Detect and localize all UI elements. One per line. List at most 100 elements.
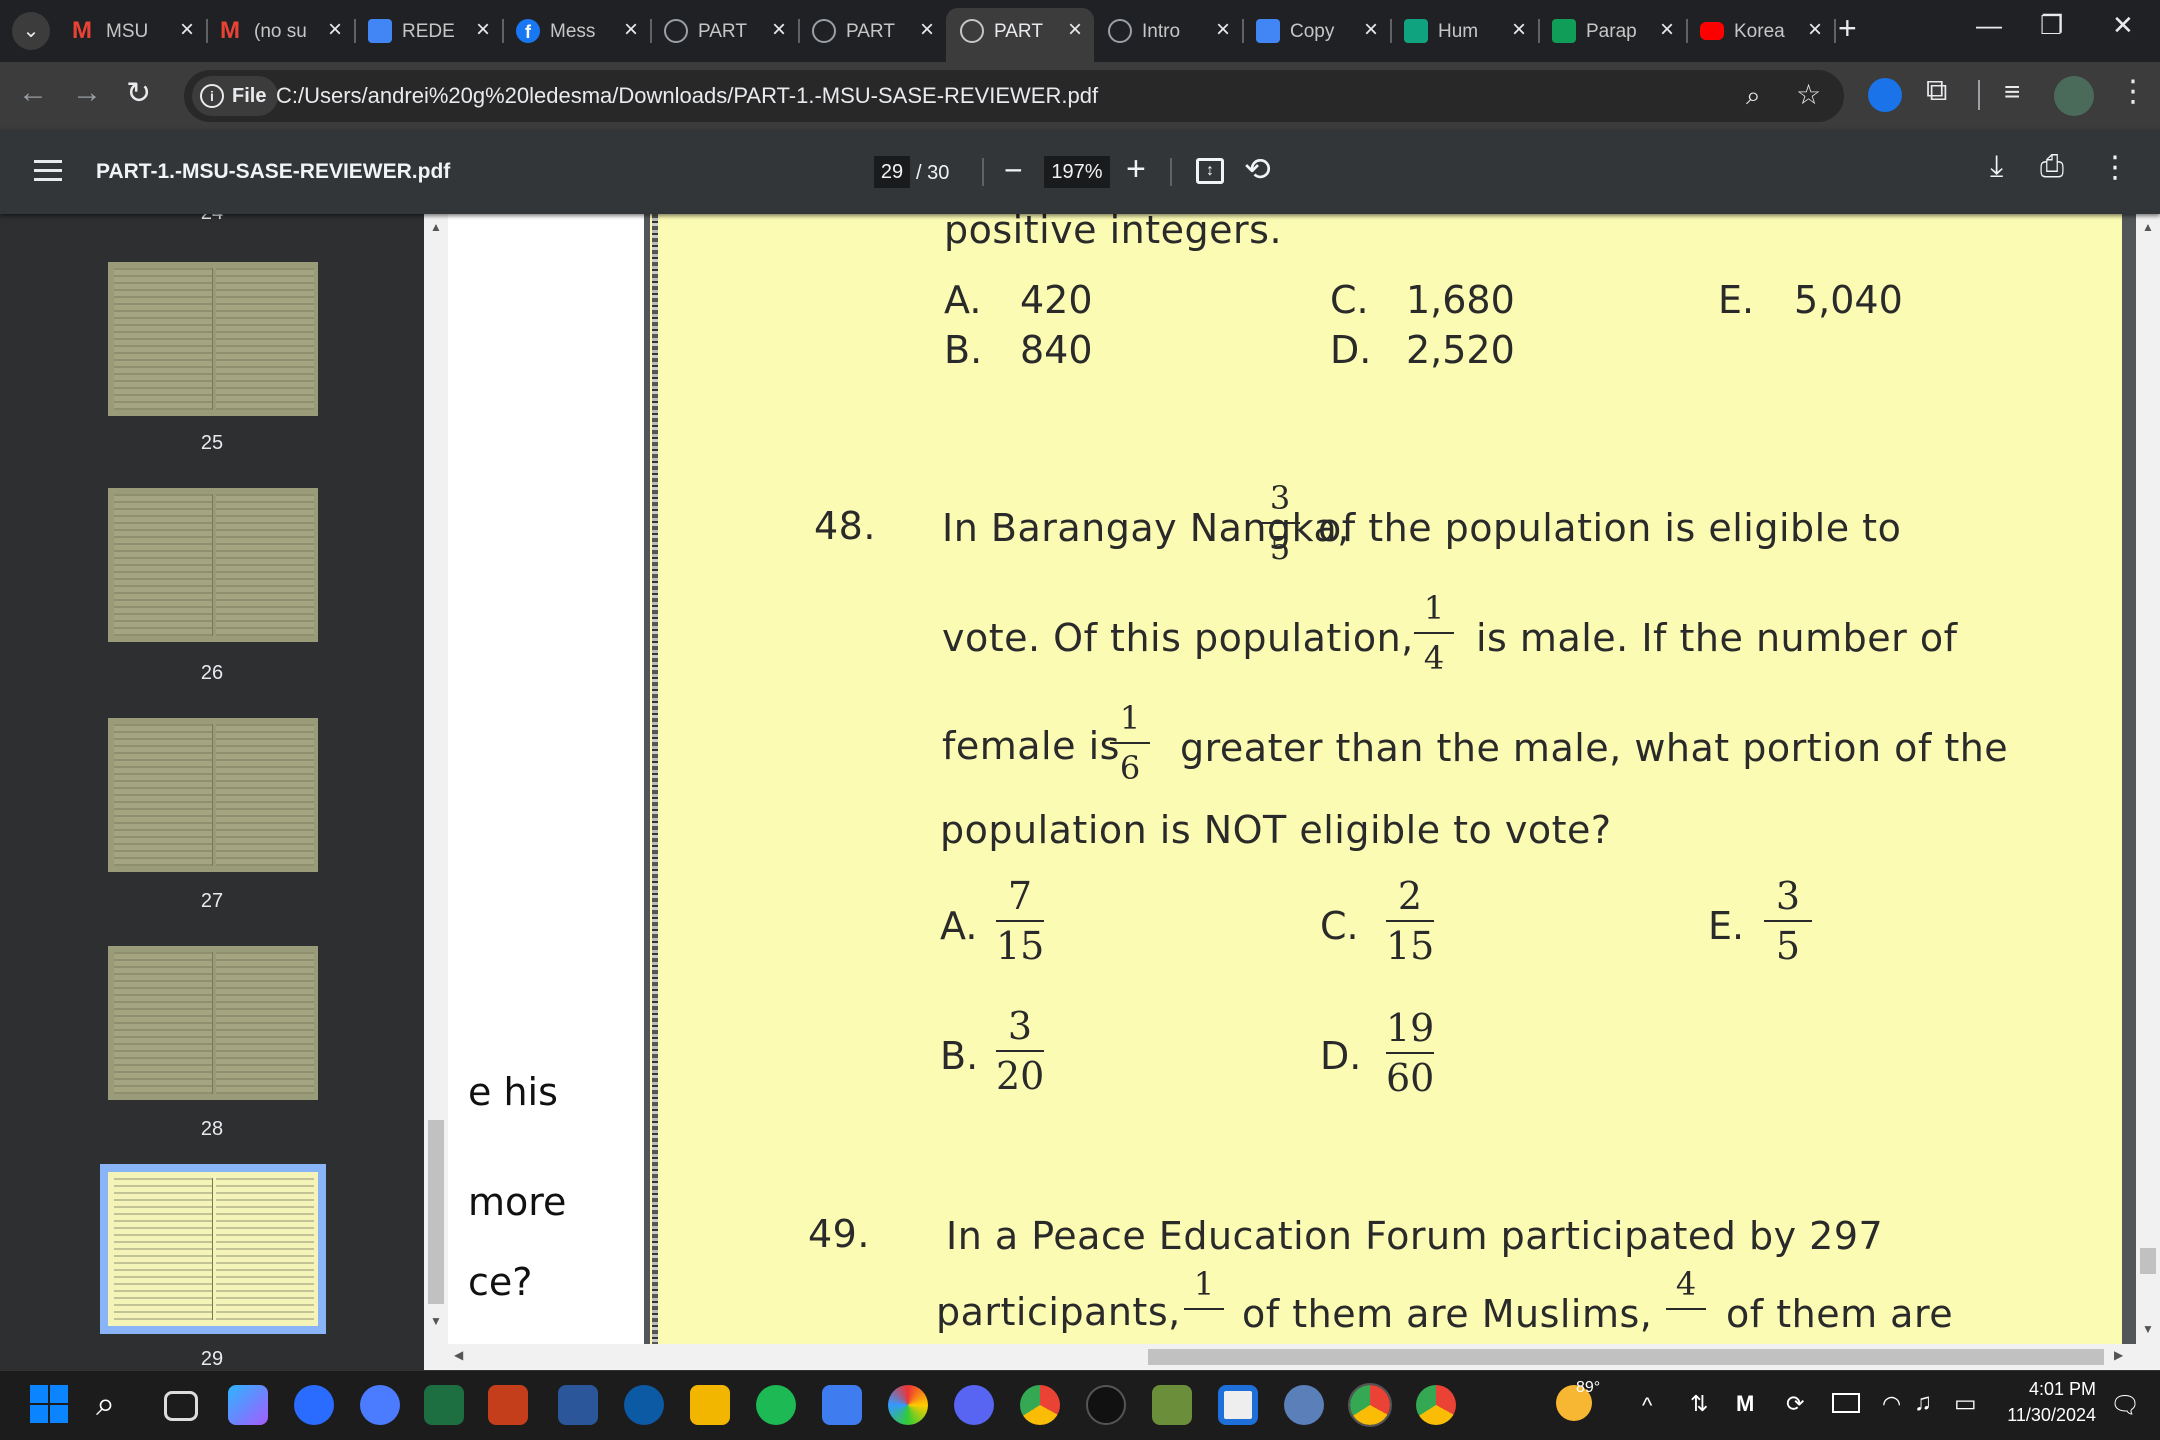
sidebar-scrollbar[interactable]: ▲ ▼ [424, 214, 448, 1370]
minimize-button[interactable]: — [1976, 10, 2002, 41]
excel-icon[interactable] [424, 1385, 464, 1425]
close-icon[interactable]: × [180, 16, 194, 44]
fit-page-icon[interactable]: ↕ [1196, 158, 1224, 184]
horizontal-scrollbar[interactable]: ◀ ▶ [448, 1344, 2136, 1370]
close-icon[interactable]: × [624, 16, 638, 44]
app-icon[interactable] [1284, 1385, 1324, 1425]
chrome-icon[interactable] [1416, 1385, 1456, 1425]
task-view-icon[interactable] [164, 1391, 198, 1421]
copilot-icon[interactable] [228, 1385, 268, 1425]
tray-app-icon[interactable]: ⟳ [1786, 1391, 1804, 1417]
rotate-icon[interactable]: ⟲ [1244, 150, 1271, 188]
zoom-input[interactable]: 197% [1044, 156, 1110, 188]
volume-icon[interactable]: ♫ [1914, 1389, 1932, 1417]
chrome-icon[interactable] [1020, 1385, 1060, 1425]
scroll-down-arrow-icon[interactable]: ▼ [2142, 1322, 2154, 1336]
url-text[interactable]: C:/Users/andrei%20g%20ledesma/Downloads/… [276, 83, 1098, 109]
sidebar-toggle-icon[interactable] [34, 160, 62, 182]
tray-app-icon[interactable]: ⇅ [1690, 1391, 1708, 1417]
discord-icon[interactable] [954, 1385, 994, 1425]
page-vertical-scrollbar[interactable]: ▲ ▼ [2136, 214, 2160, 1370]
zoom-icon[interactable]: ⌕ [1746, 80, 1761, 112]
forward-button[interactable]: → [72, 76, 102, 110]
close-icon[interactable]: × [328, 16, 342, 44]
scroll-left-arrow-icon[interactable]: ◀ [454, 1348, 463, 1362]
scroll-thumb[interactable] [2140, 1248, 2156, 1274]
app-icon[interactable] [888, 1385, 928, 1425]
restore-button[interactable]: ❐ [2040, 10, 2063, 41]
scroll-up-arrow-icon[interactable]: ▲ [2142, 220, 2154, 234]
thumbnail-page-29[interactable] [100, 1164, 326, 1334]
windows-start-icon[interactable] [30, 1385, 70, 1425]
app-icon[interactable] [294, 1385, 334, 1425]
chrome-icon[interactable] [1348, 1383, 1392, 1427]
print-icon[interactable]: ⎙ [2040, 150, 2064, 184]
tab-parap[interactable]: Parap × [1538, 10, 1688, 52]
word-icon[interactable] [558, 1385, 598, 1425]
clock-time[interactable]: 4:01 PM [2024, 1379, 2096, 1400]
close-icon[interactable]: × [1512, 16, 1526, 44]
chevron-up-icon[interactable]: ^ [1642, 1393, 1652, 1419]
reload-button[interactable]: ↻ [126, 76, 151, 111]
scroll-thumb[interactable] [1148, 1349, 2104, 1365]
tab-no-subject[interactable]: M (no su × [206, 10, 356, 52]
tab-messenger[interactable]: f Mess × [502, 10, 652, 52]
bookmark-star-icon[interactable]: ☆ [1796, 78, 1821, 111]
site-info-chip[interactable]: i File [192, 76, 278, 116]
more-options-icon[interactable]: ⋮ [2100, 150, 2130, 185]
address-bar[interactable]: i File C:/Users/andrei%20g%20ledesma/Dow… [184, 70, 1844, 122]
close-icon[interactable]: × [920, 16, 934, 44]
close-icon[interactable]: × [1068, 16, 1082, 44]
app-icon[interactable] [360, 1385, 400, 1425]
zoom-in-button[interactable]: + [1126, 150, 1146, 189]
tab-search-button[interactable]: ⌄ [12, 12, 50, 50]
close-icon[interactable]: × [772, 16, 786, 44]
tab-rede[interactable]: REDE × [354, 10, 504, 52]
file-explorer-icon[interactable] [690, 1385, 730, 1425]
extensions-puzzle-icon[interactable]: ⧉ [1926, 74, 1947, 108]
close-icon[interactable]: × [1660, 16, 1674, 44]
tab-part-1[interactable]: PART × [650, 10, 800, 52]
minecraft-icon[interactable] [1152, 1385, 1192, 1425]
page-number-input[interactable]: 29 [874, 156, 910, 188]
extension-icon[interactable] [1868, 78, 1902, 112]
thumbnail-page-27[interactable] [108, 718, 318, 872]
scroll-down-arrow-icon[interactable]: ▼ [430, 1314, 442, 1328]
tab-part-active[interactable]: PART × [946, 8, 1094, 62]
browser-menu-icon[interactable]: ⋮ [2118, 74, 2148, 109]
thumbnail-page-26[interactable] [108, 488, 318, 642]
tray-app-icon[interactable]: M [1736, 1391, 1754, 1417]
tab-copy[interactable]: Copy × [1242, 10, 1392, 52]
tab-intro[interactable]: Intro × [1094, 10, 1244, 52]
close-icon[interactable]: × [476, 16, 490, 44]
clock-date[interactable]: 11/30/2024 [2000, 1405, 2096, 1426]
wifi-icon[interactable]: ◠ [1882, 1391, 1901, 1417]
powerpoint-icon[interactable] [488, 1385, 528, 1425]
app-icon[interactable] [1218, 1385, 1258, 1425]
close-window-button[interactable]: ✕ [2112, 10, 2134, 41]
media-control-icon[interactable]: ≡ [2004, 76, 2020, 108]
notification-icon[interactable]: 🗨 [2110, 1391, 2140, 1420]
search-icon[interactable]: ⌕ [96, 1385, 136, 1425]
thumbnail-page-28[interactable] [108, 946, 318, 1100]
close-icon[interactable]: × [1216, 16, 1230, 44]
scroll-up-arrow-icon[interactable]: ▲ [430, 220, 442, 234]
battery-icon[interactable]: ▭ [1954, 1389, 1977, 1418]
tab-msu[interactable]: M MSU × [58, 10, 208, 52]
edge-icon[interactable] [624, 1385, 664, 1425]
keyboard-icon[interactable] [1832, 1393, 1860, 1413]
close-icon[interactable]: × [1364, 16, 1378, 44]
spotify-icon[interactable] [756, 1385, 796, 1425]
pdf-viewer[interactable]: e his more ce? positive integers. A. 420… [424, 214, 2136, 1370]
tab-korea[interactable]: Korea × [1686, 10, 1836, 52]
tab-part-2[interactable]: PART × [798, 10, 946, 52]
new-tab-button[interactable]: + [1838, 10, 1857, 47]
download-icon[interactable]: ⤓ [1990, 150, 2003, 184]
tiktok-icon[interactable] [1086, 1385, 1126, 1425]
app-icon[interactable] [822, 1385, 862, 1425]
scroll-right-arrow-icon[interactable]: ▶ [2114, 1348, 2123, 1362]
back-button[interactable]: ← [18, 76, 48, 110]
close-icon[interactable]: × [1808, 16, 1822, 44]
profile-avatar[interactable] [2054, 76, 2094, 116]
scroll-thumb[interactable] [428, 1120, 444, 1304]
